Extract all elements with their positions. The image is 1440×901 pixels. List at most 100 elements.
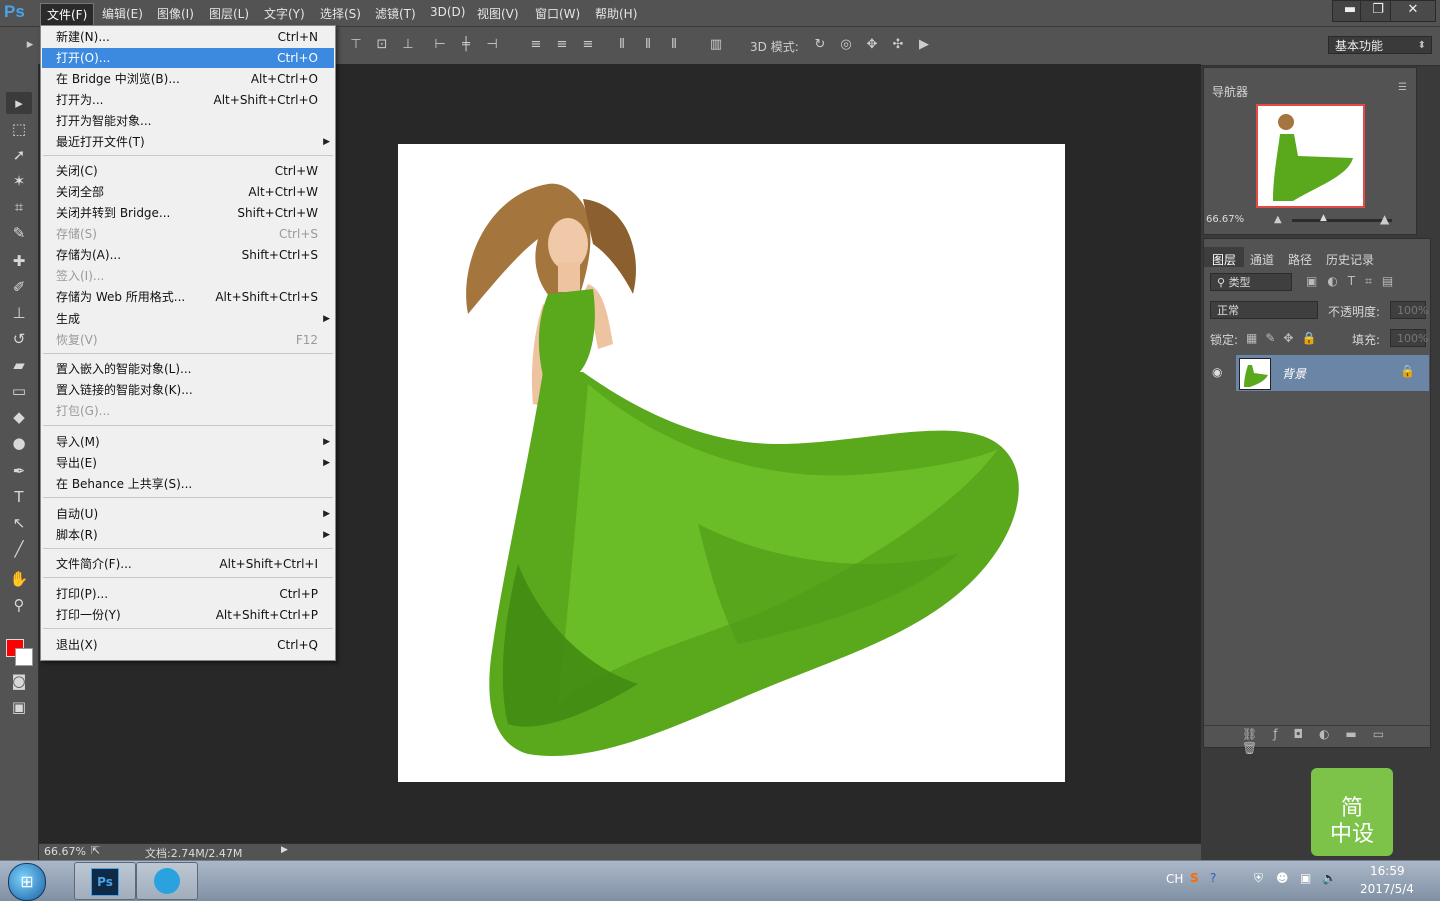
menu-select[interactable]: 选择(S): [320, 5, 361, 22]
3d-slide-icon[interactable]: ✣: [890, 37, 906, 53]
type-tool-icon[interactable]: T: [6, 486, 32, 508]
menu-edit[interactable]: 编辑(E): [102, 5, 143, 22]
menu-item-close-all[interactable]: 关闭全部 Alt+Ctrl+W: [42, 182, 334, 202]
menu-window[interactable]: 窗口(W): [535, 5, 580, 22]
menu-item-close-go-bridge[interactable]: 关闭并转到 Bridge... Shift+Ctrl+W: [42, 203, 334, 223]
menu-item-export[interactable]: 导出(E) ▶: [42, 453, 334, 473]
3d-rotate-icon[interactable]: ↻: [812, 37, 828, 53]
line-tool-icon[interactable]: ╱: [6, 538, 32, 560]
zoom-tool-icon[interactable]: ⚲: [6, 594, 32, 616]
menu-item-save-as[interactable]: 存储为(A)... Shift+Ctrl+S: [42, 245, 334, 265]
tab-channels[interactable]: 通道: [1250, 251, 1274, 268]
help-icon[interactable]: ?: [1210, 871, 1216, 885]
panel-menu-icon[interactable]: ☰: [1398, 82, 1407, 93]
qq-icon[interactable]: ☻: [1276, 871, 1289, 885]
menu-item-open-smart-object[interactable]: 打开为智能对象...: [42, 111, 334, 131]
status-zoom[interactable]: 66.67%: [44, 845, 86, 858]
navigator-thumbnail[interactable]: [1256, 104, 1365, 208]
opacity-input[interactable]: 100%: [1390, 301, 1428, 319]
network-icon[interactable]: ▣: [1300, 871, 1311, 885]
menu-item-automate[interactable]: 自动(U) ▶: [42, 504, 334, 524]
3d-drag-icon[interactable]: ✥: [864, 37, 880, 53]
background-color-swatch[interactable]: [15, 648, 33, 666]
clock-time[interactable]: 16:59: [1370, 864, 1405, 878]
menu-item-place-embedded[interactable]: 置入嵌入的智能对象(L)...: [42, 359, 334, 379]
eraser-icon[interactable]: ▰: [6, 354, 32, 376]
tab-history[interactable]: 历史记录: [1326, 251, 1374, 268]
slider-handle-icon[interactable]: ▲: [1320, 213, 1327, 223]
menu-item-place-linked[interactable]: 置入链接的智能对象(K)...: [42, 380, 334, 400]
marquee-tool-icon[interactable]: ⬚: [6, 118, 32, 140]
eyedropper-icon[interactable]: ✎: [6, 222, 32, 244]
distribute-bottom-icon[interactable]: ≡: [580, 37, 596, 53]
menu-image[interactable]: 图像(I): [157, 5, 194, 22]
menu-filter[interactable]: 滤镜(T): [375, 5, 416, 22]
align-left-icon[interactable]: ⊢: [432, 37, 448, 53]
navigator-tab[interactable]: 导航器: [1212, 83, 1248, 100]
close-button[interactable]: ✕: [1390, 0, 1436, 22]
zoom-out-icon[interactable]: ▲: [1274, 214, 1282, 225]
dodge-tool-icon[interactable]: ●: [6, 432, 32, 454]
menu-layer[interactable]: 图层(L): [209, 5, 249, 22]
distribute-top-icon[interactable]: ≡: [528, 37, 544, 53]
gradient-tool-icon[interactable]: ▭: [6, 380, 32, 402]
tab-paths[interactable]: 路径: [1288, 251, 1312, 268]
taskbar-browser[interactable]: [136, 862, 198, 900]
magic-wand-icon[interactable]: ✶: [6, 170, 32, 192]
menu-item-print-one-copy[interactable]: 打印一份(Y) Alt+Shift+Ctrl+P: [42, 605, 334, 625]
clock-date[interactable]: 2017/5/4: [1360, 882, 1414, 896]
security-shield-icon[interactable]: ⛨: [1254, 871, 1263, 886]
taskbar-photoshop[interactable]: Ps: [74, 862, 136, 900]
clone-stamp-icon[interactable]: ⊥: [6, 302, 32, 324]
menu-item-share-behance[interactable]: 在 Behance 上共享(S)...: [42, 474, 334, 494]
blend-mode-select[interactable]: 正常: [1210, 301, 1318, 319]
healing-brush-icon[interactable]: ✚: [6, 250, 32, 272]
menu-item-browse-bridge[interactable]: 在 Bridge 中浏览(B)... Alt+Ctrl+O: [42, 69, 334, 89]
quick-mask-icon[interactable]: ◙: [6, 670, 32, 692]
visibility-eye-icon[interactable]: ◉: [1212, 365, 1222, 379]
input-language[interactable]: CH: [1166, 872, 1183, 886]
3d-camera-icon[interactable]: ▶: [916, 37, 932, 53]
status-menu-arrow-icon[interactable]: ▶: [281, 845, 288, 855]
lock-icons[interactable]: ▦✎✥🔒: [1246, 331, 1324, 345]
layer-name[interactable]: 背景: [1282, 365, 1306, 382]
menu-item-generate[interactable]: 生成 ▶: [42, 309, 334, 329]
layer-kind-filter[interactable]: ⚲ 类型: [1210, 273, 1292, 291]
navigator-zoom-value[interactable]: 66.67%: [1206, 214, 1244, 225]
auto-align-icon[interactable]: ▥: [708, 37, 724, 53]
align-vcenter-icon[interactable]: ⊡: [374, 37, 390, 53]
menu-item-save-for-web[interactable]: 存储为 Web 所用格式... Alt+Shift+Ctrl+S: [42, 287, 334, 307]
start-button[interactable]: ⊞: [8, 863, 46, 901]
zoom-in-icon[interactable]: ▲: [1380, 212, 1389, 226]
document-canvas[interactable]: [398, 144, 1065, 782]
menu-item-new[interactable]: 新建(N)... Ctrl+N: [42, 27, 334, 47]
menu-item-import[interactable]: 导入(M) ▶: [42, 432, 334, 452]
volume-icon[interactable]: 🔈: [1322, 871, 1337, 885]
path-select-icon[interactable]: ↖: [6, 512, 32, 534]
menu-item-open[interactable]: 打开(O)... Ctrl+O: [42, 48, 334, 68]
menu-item-exit[interactable]: 退出(X) Ctrl+Q: [42, 635, 334, 655]
navigator-zoom-slider[interactable]: [1292, 219, 1392, 222]
menu-view[interactable]: 视图(V): [477, 5, 519, 22]
menu-3d[interactable]: 3D(D): [430, 5, 465, 19]
tab-layers[interactable]: 图层: [1212, 251, 1236, 268]
layer-footer-icons[interactable]: ⛓ƒ◘◐▬▭🗑: [1242, 727, 1430, 755]
menu-item-file-info[interactable]: 文件简介(F)... Alt+Shift+Ctrl+I: [42, 554, 334, 574]
sogou-icon[interactable]: S: [1190, 871, 1199, 885]
distribute-vcenter-icon[interactable]: ≡: [554, 37, 570, 53]
distribute-right-icon[interactable]: ⫴: [666, 37, 682, 53]
lasso-tool-icon[interactable]: ➚: [6, 144, 32, 166]
align-bottom-icon[interactable]: ⊥: [400, 37, 416, 53]
menu-item-close[interactable]: 关闭(C) Ctrl+W: [42, 161, 334, 181]
menu-file[interactable]: 文件(F): [40, 3, 95, 26]
hand-tool-icon[interactable]: ✋: [6, 568, 32, 590]
align-right-icon[interactable]: ⊣: [484, 37, 500, 53]
menu-type[interactable]: 文字(Y): [264, 5, 305, 22]
menu-item-scripts[interactable]: 脚本(R) ▶: [42, 525, 334, 545]
crop-tool-icon[interactable]: ⌗: [6, 196, 32, 218]
fill-input[interactable]: 100%: [1390, 329, 1428, 347]
screen-mode-icon[interactable]: ▣: [6, 696, 32, 718]
filter-icons[interactable]: ▣◐T⌗▤: [1306, 274, 1403, 289]
menu-help[interactable]: 帮助(H): [595, 5, 637, 22]
workspace-select[interactable]: 基本功能 ⬍: [1328, 36, 1432, 54]
